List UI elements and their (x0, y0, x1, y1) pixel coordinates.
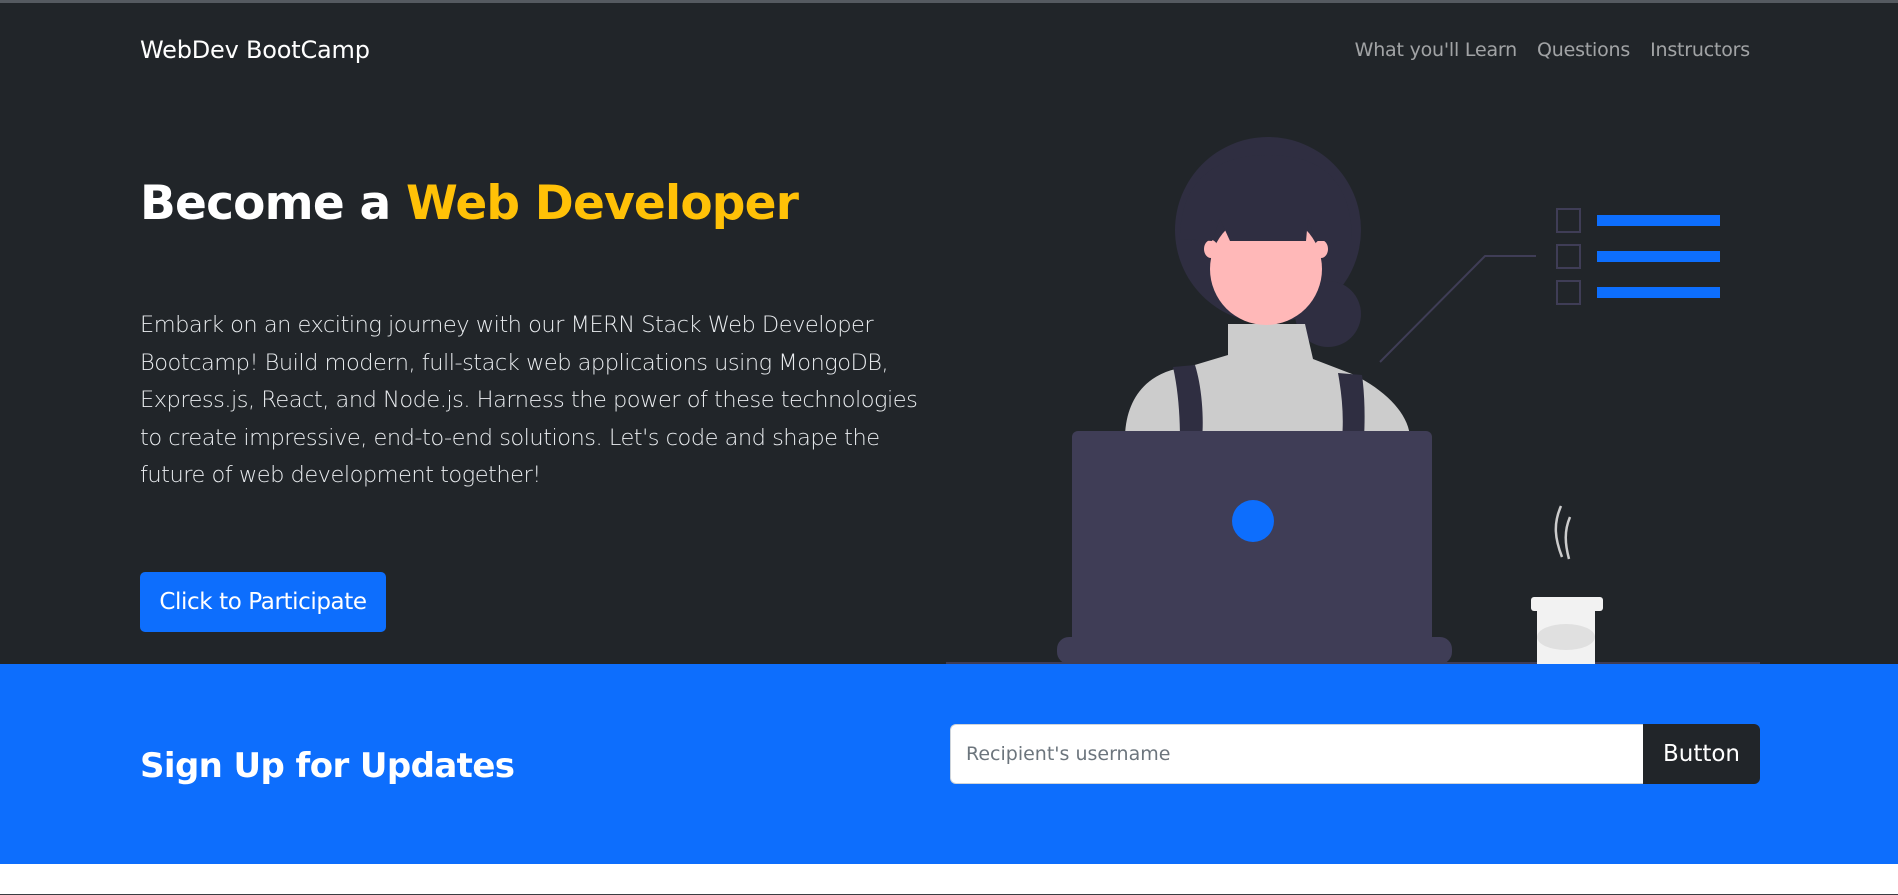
navbar: WebDev BootCamp What you'll Learn Questi… (0, 3, 1898, 99)
participate-button[interactable]: Click to Participate (140, 572, 386, 632)
signup-input-group: Button (950, 724, 1760, 784)
laptop-logo (1232, 500, 1274, 542)
navbar-brand[interactable]: WebDev BootCamp (140, 36, 370, 64)
hero-section: Become a Web Developer Embark on an exci… (0, 99, 1898, 664)
nav-links: What you'll Learn Questions Instructors (1355, 39, 1751, 61)
hero-title-prefix: Become a (140, 176, 406, 231)
nav-link-questions[interactable]: Questions (1537, 39, 1630, 61)
hero-description: Embark on an exciting journey with our M… (140, 312, 918, 488)
laptop (1057, 431, 1452, 664)
signup-submit-button[interactable]: Button (1643, 724, 1760, 784)
nav-link-instructors[interactable]: Instructors (1650, 39, 1750, 61)
recipient-username-input[interactable] (950, 724, 1643, 784)
connector-line (1379, 255, 1536, 363)
person (1125, 137, 1410, 439)
checklist-icon (1556, 208, 1720, 305)
hero-title: Become a Web Developer (140, 176, 799, 231)
woman-with-laptop-illustration (946, 137, 1760, 664)
page: WebDev BootCamp What you'll Learn Questi… (0, 0, 1898, 895)
signup-section: Sign Up for Updates Button (0, 664, 1898, 864)
nav-link-what-youll-learn[interactable]: What you'll Learn (1355, 39, 1518, 61)
signup-title: Sign Up for Updates (140, 746, 515, 786)
hero-title-accent: Web Developer (405, 176, 799, 231)
coffee-cup-icon (1531, 505, 1603, 664)
